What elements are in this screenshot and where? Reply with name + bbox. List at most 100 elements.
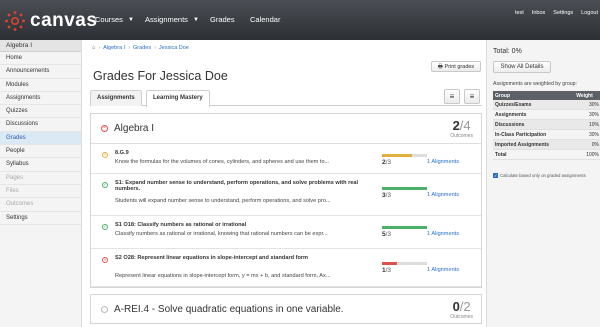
nav-assignments[interactable]: Assignments ▼ [145,0,199,40]
chevron-down-icon: ▼ [192,17,199,23]
group-score-value: 2 [452,118,460,133]
weight-group-name: Quizzes/Exams [493,100,575,110]
outcome-description: Represent linear equations in slope-inte… [115,273,331,279]
sidebar-item-pages[interactable]: Pages [0,172,81,185]
calc-graded-only-label: Calculate based only on graded assignmen… [500,173,586,178]
weight-table-header-group: Group [493,91,575,100]
chevron-down-icon: ▼ [127,17,134,23]
status-pass-icon: ✓ [102,182,108,188]
breadcrumb-grades[interactable]: Grades [133,45,151,51]
sidebar-item-syllabus[interactable]: Syllabus [0,158,81,172]
sidebar-item-settings[interactable]: Settings [0,212,81,225]
breadcrumb-separator: › [128,45,131,51]
print-grades-label: Print grades [444,64,475,70]
outcome-title: 8.G.9 [115,150,129,156]
outcome-row[interactable]: ✓ S1 O18: Classify numbers as rational or… [91,216,481,249]
show-all-details-button[interactable]: Show All Details [493,61,551,73]
outcome-title: S1 O18: Classify numbers as rational or … [115,222,247,228]
weight-value: 10% [574,119,600,130]
outcome-group-name: Algebra I [114,123,155,134]
sidebar-item-home[interactable]: Home [0,52,81,66]
weight-group-name: In-Class Participation [493,129,575,140]
group-score-value: 0 [452,299,460,314]
weight-row: Discussions 10% [493,119,600,130]
status-warn-icon: × [102,152,108,158]
nav-grades[interactable]: Grades [210,0,235,40]
sidebar-item-discussions[interactable]: Discussions [0,118,81,132]
breadcrumb-student[interactable]: Jessica Doe [159,45,189,51]
outcome-score-total: /3 [385,231,392,238]
weight-value: 0% [574,139,600,150]
weight-value: 100% [574,149,600,160]
user-link-settings[interactable]: Settings [553,10,573,16]
tab-assignments[interactable]: Assignments [90,90,142,106]
mastery-bar [382,154,427,157]
nav-calendar[interactable]: Calendar [250,0,280,40]
sidebar-item-quizzes[interactable]: Quizzes [0,105,81,119]
weight-table: Group Weight Quizzes/Exams 30% Assignments… [493,91,600,160]
mastery-bar [382,262,427,265]
weight-row: In-Class Participation 30% [493,129,600,140]
weight-value: 30% [574,129,600,140]
outcome-title: S2 O28: Represent linear equations in sl… [115,255,309,261]
mastery-bar [382,187,427,190]
canvas-logo[interactable]: canvas [4,9,97,33]
user-link-logout[interactable]: Logout [581,10,598,16]
printer-icon: 🖶 [437,64,443,70]
sidebar-item-files[interactable]: Files [0,185,81,199]
outcome-description: Know the formulas for the volumes of con… [115,159,330,165]
alignments-link[interactable]: 1 Alignments [427,192,459,198]
sidebar-item-assignments[interactable]: Assignments [0,92,81,106]
outcome-score: 3/3 [382,192,391,199]
alignments-link[interactable]: 1 Alignments [427,231,459,237]
expand-all-icon[interactable]: ≡ [464,89,480,104]
calc-graded-only[interactable]: ✓ Calculate based only on graded assignm… [493,173,586,178]
outcome-score-total: /3 [385,267,392,274]
weight-row: Assignments 30% [493,109,600,120]
weighted-note: Assignments are weighted by group: [493,81,577,87]
weight-row: Total 100% [493,149,600,160]
checkbox-checked-icon[interactable]: ✓ [493,173,498,178]
sidebar-item-grades[interactable]: Grades [0,131,81,146]
outcome-group-name: A-REI.4 - Solve quadratic equations in o… [114,304,344,315]
collapse-all-icon[interactable]: ≡ [444,89,460,104]
alignments-link[interactable]: 1 Alignments [427,159,459,165]
total-grade: Total: 0% [493,48,522,55]
tab-learning-mastery[interactable]: Learning Mastery [146,90,210,107]
sidebar-item-announcements[interactable]: Announcements [0,65,81,79]
outcome-description: Classify numbers as rational or irration… [115,231,328,237]
status-pass-icon: ✓ [102,224,108,230]
outcome-row[interactable]: × S2 O28: Represent linear equations in s… [91,249,481,287]
print-grades-button[interactable]: 🖶 Print grades [431,61,481,72]
outcome-row[interactable]: ✓ S1: Expand number sense to understand, … [91,174,481,216]
breadcrumb-course[interactable]: Algebra I [103,45,125,51]
breadcrumb-separator: › [98,45,101,51]
breadcrumb: ⌂ › Algebra I › Grades › Jessica Doe [92,45,189,51]
weight-value: 30% [574,109,600,120]
user-link-inbox[interactable]: Inbox [532,10,545,16]
outcome-score: 2/3 [382,159,391,166]
alignments-link[interactable]: 1 Alignments [427,267,459,273]
mastery-bar-fill [382,262,397,265]
group-score-total: /4 [459,118,471,133]
outcome-group-score: 2/4 Outcomes [450,117,473,139]
logo-text: canvas [30,10,98,31]
mastery-bar-fill [382,154,413,157]
course-name[interactable]: Algebra I [0,40,81,52]
sidebar-item-outcomes[interactable]: Outcomes [0,198,81,212]
outcome-row[interactable]: × 8.G.9 Know the formulas for the volumes … [91,144,481,174]
nav-assignments-label: Assignments [145,15,188,24]
outcome-group-a-rei4[interactable]: A-REI.4 - Solve quadratic equations in o… [90,294,482,324]
canvas-logo-icon [4,10,26,32]
global-header: canvas Courses ▼ Assignments ▼ Grades Cale… [0,0,600,40]
home-icon[interactable]: ⌂ [92,45,95,51]
sidebar-item-modules[interactable]: Modules [0,79,81,92]
outcome-group-header[interactable]: × Algebra I 2/4 Outcomes [91,114,481,144]
outcome-group-score: 0/2 Outcomes [450,298,473,320]
weight-group-name: Imported Assignments [493,139,575,150]
status-fail-icon: × [102,257,108,263]
outcome-score-total: /3 [385,192,392,199]
nav-courses[interactable]: Courses ▼ [95,0,134,40]
user-link-test[interactable]: test [515,10,524,16]
sidebar-item-people[interactable]: People [0,145,81,159]
